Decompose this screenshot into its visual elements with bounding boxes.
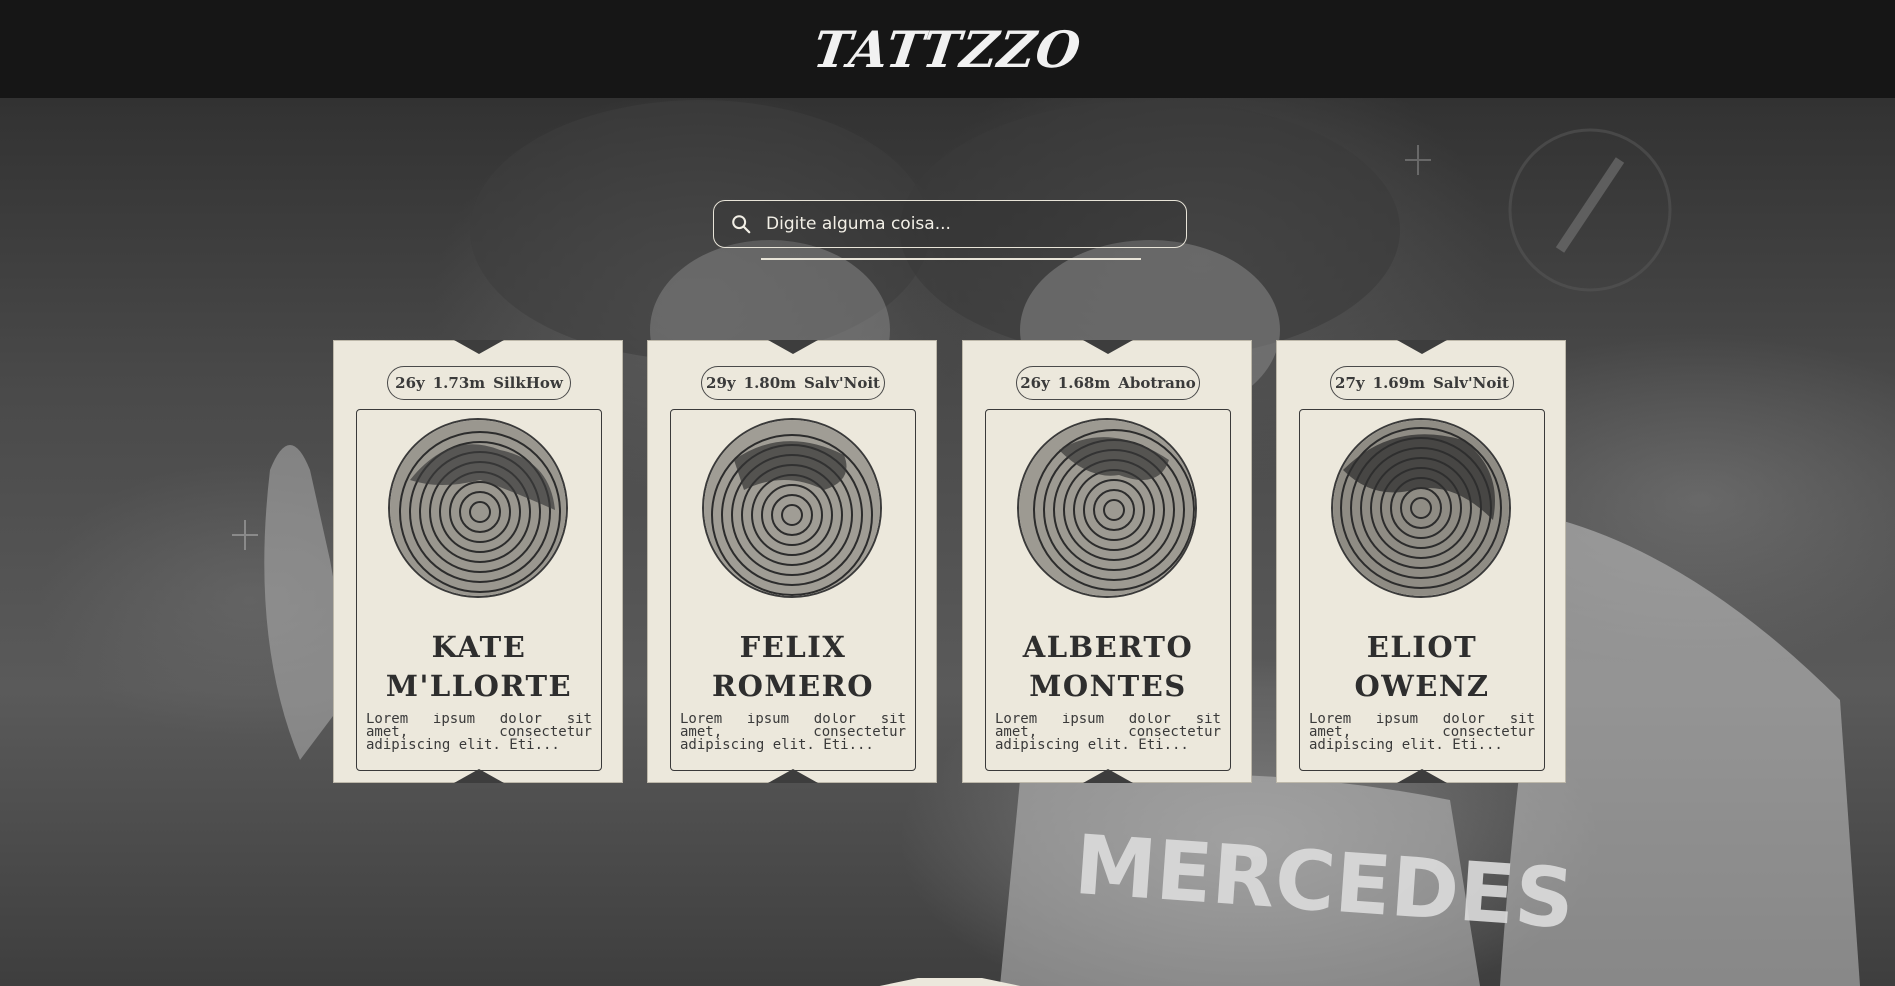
artist-height: 1.68m [1057, 374, 1111, 392]
card-inner-frame: FELIX ROMERO Lorem ipsum dolor sit amet,… [670, 409, 916, 771]
card-notch-top [454, 340, 504, 354]
card-notch-bottom [768, 769, 818, 783]
search-icon[interactable] [730, 213, 752, 235]
card-notch-top [1083, 340, 1133, 354]
card-inner-frame: KATE M'LLORTE Lorem ipsum dolor sit amet… [356, 409, 602, 771]
artist-age: 27y [1335, 374, 1365, 392]
header: TATTZZO [0, 0, 1895, 98]
brand-logo[interactable]: TATTZZO [810, 20, 1085, 79]
artist-height: 1.73m [432, 374, 486, 392]
artist-style: SilkHow [493, 374, 563, 392]
artist-style: Salv'Noit [804, 374, 880, 392]
artist-name: ELIOT OWENZ [1354, 630, 1490, 703]
card-notch-top [1397, 340, 1447, 354]
search-bar [713, 200, 1187, 248]
card-notch-bottom [454, 769, 504, 783]
artist-age: 26y [395, 374, 425, 392]
artist-stats-badge: 26y 1.68m Abotrano [1016, 366, 1200, 400]
artist-card[interactable]: 29y 1.80m Salv'Noit FELIX ROMERO Lorem i… [647, 340, 937, 783]
artist-name: FELIX ROMERO [712, 630, 874, 703]
artist-description: Lorem ipsum dolor sit amet, consectetur … [1309, 713, 1535, 753]
page: MERCEDES TATTZZO 26y 1.73m SilkHow [0, 0, 1895, 986]
card-notch-bottom [1083, 769, 1133, 783]
card-notch-bottom [1397, 769, 1447, 783]
artist-portrait[interactable] [702, 418, 882, 598]
artist-portrait[interactable] [1331, 418, 1511, 598]
artist-stats-badge: 29y 1.80m Salv'Noit [701, 366, 885, 400]
artist-description: Lorem ipsum dolor sit amet, consectetur … [366, 713, 592, 753]
artist-description: Lorem ipsum dolor sit amet, consectetur … [680, 713, 906, 753]
artist-name: ALBERTO MONTES [1022, 630, 1194, 703]
card-inner-frame: ALBERTO MONTES Lorem ipsum dolor sit ame… [985, 409, 1231, 771]
card-inner-frame: ELIOT OWENZ Lorem ipsum dolor sit amet, … [1299, 409, 1545, 771]
artist-cards: 26y 1.73m SilkHow KATE M'LLORTE Lorem ip… [333, 340, 1568, 785]
artist-description: Lorem ipsum dolor sit amet, consectetur … [995, 713, 1221, 753]
card-notch-top [768, 340, 818, 354]
search-underline [761, 258, 1141, 260]
artist-style: Abotrano [1118, 374, 1196, 392]
artist-card[interactable]: 26y 1.73m SilkHow KATE M'LLORTE Lorem ip… [333, 340, 623, 783]
artist-age: 29y [706, 374, 736, 392]
artist-stats-badge: 26y 1.73m SilkHow [387, 366, 571, 400]
artist-portrait[interactable] [388, 418, 568, 598]
artist-style: Salv'Noit [1433, 374, 1509, 392]
artist-portrait[interactable] [1017, 418, 1197, 598]
artist-stats-badge: 27y 1.69m Salv'Noit [1330, 366, 1514, 400]
artist-height: 1.80m [743, 374, 797, 392]
artist-height: 1.69m [1372, 374, 1426, 392]
artist-age: 26y [1020, 374, 1050, 392]
artist-card[interactable]: 27y 1.69m Salv'Noit ELIOT OWENZ Lorem ip… [1276, 340, 1566, 783]
artist-card[interactable]: 26y 1.68m Abotrano ALBERTO MONTES Lorem … [962, 340, 1252, 783]
artist-name: KATE M'LLORTE [385, 630, 573, 703]
search-input[interactable] [764, 213, 1168, 235]
